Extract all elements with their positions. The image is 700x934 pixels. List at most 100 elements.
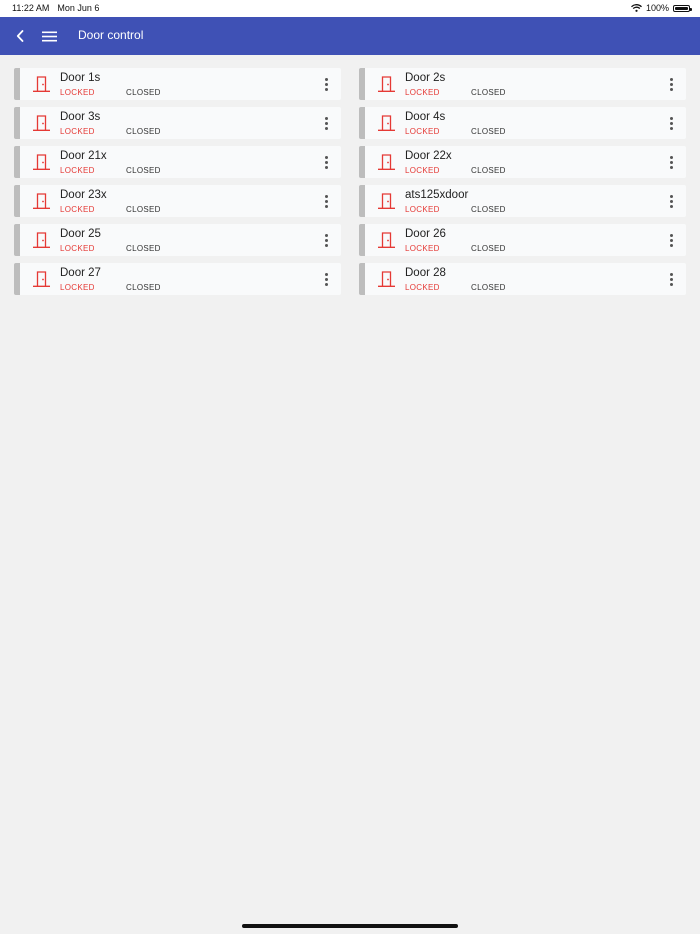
door-card[interactable]: Door 25 LOCKED CLOSED	[14, 224, 341, 256]
more-vert-icon-dot	[324, 126, 328, 130]
more-options-button[interactable]	[321, 154, 331, 170]
more-vert-icon-dot	[669, 238, 673, 242]
more-options-button[interactable]	[666, 76, 676, 92]
door-name: ats125xdoor	[405, 189, 469, 201]
more-vert-icon-dot	[669, 277, 673, 281]
more-options-button[interactable]	[321, 271, 331, 287]
more-vert-icon-dot	[669, 155, 673, 159]
more-options-button[interactable]	[321, 76, 331, 92]
more-vert-icon-dot	[324, 82, 328, 86]
more-options-button[interactable]	[321, 232, 331, 248]
lock-status: LOCKED	[60, 283, 95, 292]
more-options-button[interactable]	[321, 193, 331, 209]
more-vert-icon-dot	[669, 126, 673, 130]
door-name: Door 26	[405, 228, 446, 240]
more-vert-icon-dot	[669, 160, 673, 164]
door-icon	[378, 271, 395, 287]
more-vert-icon-dot	[324, 243, 328, 247]
more-options-button[interactable]	[666, 115, 676, 131]
battery-icon	[673, 4, 692, 12]
more-vert-icon-dot	[324, 199, 328, 203]
door-name: Door 3s	[60, 111, 101, 123]
door-status: CLOSED	[126, 205, 161, 214]
door-card[interactable]: Door 28 LOCKED CLOSED	[359, 263, 686, 295]
door-card[interactable]: Door 4s LOCKED CLOSED	[359, 107, 686, 139]
status-bar: 11:22 AM Mon Jun 6 100%	[0, 0, 700, 17]
more-vert-icon-dot	[669, 165, 673, 169]
more-options-button[interactable]	[666, 193, 676, 209]
door-status: CLOSED	[126, 283, 161, 292]
door-name: Door 2s	[405, 72, 446, 84]
lock-status: LOCKED	[60, 127, 95, 136]
more-vert-icon-dot	[324, 160, 328, 164]
door-name: Door 4s	[405, 111, 446, 123]
more-vert-icon-dot	[669, 77, 673, 81]
lock-status: LOCKED	[60, 244, 95, 253]
hamburger-menu-icon	[41, 31, 57, 41]
door-name: Door 21x	[60, 150, 107, 162]
status-date: Mon Jun 6	[57, 3, 100, 13]
lock-status: LOCKED	[60, 205, 95, 214]
wifi-icon	[631, 4, 642, 12]
lock-status: LOCKED	[405, 88, 440, 97]
door-status: CLOSED	[126, 166, 161, 175]
door-icon	[378, 115, 395, 131]
door-name: Door 25	[60, 228, 101, 240]
door-card[interactable]: Door 27 LOCKED CLOSED	[14, 263, 341, 295]
more-vert-icon-dot	[324, 155, 328, 159]
door-card[interactable]: Door 21x LOCKED CLOSED	[14, 146, 341, 178]
door-card[interactable]: Door 3s LOCKED CLOSED	[14, 107, 341, 139]
door-status: CLOSED	[471, 205, 506, 214]
more-options-button[interactable]	[666, 232, 676, 248]
more-vert-icon-dot	[669, 87, 673, 91]
more-vert-icon-dot	[669, 243, 673, 247]
more-vert-icon-dot	[324, 204, 328, 208]
home-indicator[interactable]	[242, 924, 458, 928]
door-icon	[33, 154, 50, 170]
lock-status: LOCKED	[60, 166, 95, 175]
door-status: CLOSED	[471, 244, 506, 253]
more-vert-icon-dot	[669, 233, 673, 237]
door-icon	[378, 193, 395, 209]
more-vert-icon-dot	[669, 204, 673, 208]
menu-button[interactable]	[38, 26, 60, 46]
more-vert-icon-dot	[669, 282, 673, 286]
door-icon	[378, 232, 395, 248]
door-icon	[33, 76, 50, 92]
lock-status: LOCKED	[405, 166, 440, 175]
more-vert-icon-dot	[669, 194, 673, 198]
door-status: CLOSED	[126, 244, 161, 253]
back-chevron-icon	[16, 30, 24, 42]
more-vert-icon-dot	[324, 116, 328, 120]
door-name: Door 23x	[60, 189, 107, 201]
more-vert-icon-dot	[324, 233, 328, 237]
door-card[interactable]: ats125xdoor LOCKED CLOSED	[359, 185, 686, 217]
back-button[interactable]	[10, 26, 30, 46]
more-options-button[interactable]	[321, 115, 331, 131]
more-vert-icon-dot	[324, 121, 328, 125]
more-vert-icon-dot	[324, 87, 328, 91]
more-options-button[interactable]	[666, 271, 676, 287]
door-status: CLOSED	[126, 88, 161, 97]
door-status: CLOSED	[126, 127, 161, 136]
door-card[interactable]: Door 1s LOCKED CLOSED	[14, 68, 341, 100]
more-vert-icon-dot	[669, 116, 673, 120]
more-vert-icon-dot	[324, 194, 328, 198]
lock-status: LOCKED	[405, 244, 440, 253]
door-card[interactable]: Door 2s LOCKED CLOSED	[359, 68, 686, 100]
door-card[interactable]: Door 22x LOCKED CLOSED	[359, 146, 686, 178]
battery-percent: 100%	[645, 3, 669, 13]
app-bar: Door control	[0, 17, 700, 55]
more-vert-icon-dot	[669, 121, 673, 125]
door-status: CLOSED	[471, 88, 506, 97]
status-left: 11:22 AM Mon Jun 6	[12, 3, 99, 13]
lock-status: LOCKED	[60, 88, 95, 97]
status-right: 100%	[631, 3, 692, 13]
more-vert-icon-dot	[324, 165, 328, 169]
door-card[interactable]: Door 23x LOCKED CLOSED	[14, 185, 341, 217]
door-status: CLOSED	[471, 283, 506, 292]
door-card[interactable]: Door 26 LOCKED CLOSED	[359, 224, 686, 256]
battery-fill	[675, 6, 688, 10]
more-vert-icon-dot	[324, 277, 328, 281]
more-options-button[interactable]	[666, 154, 676, 170]
